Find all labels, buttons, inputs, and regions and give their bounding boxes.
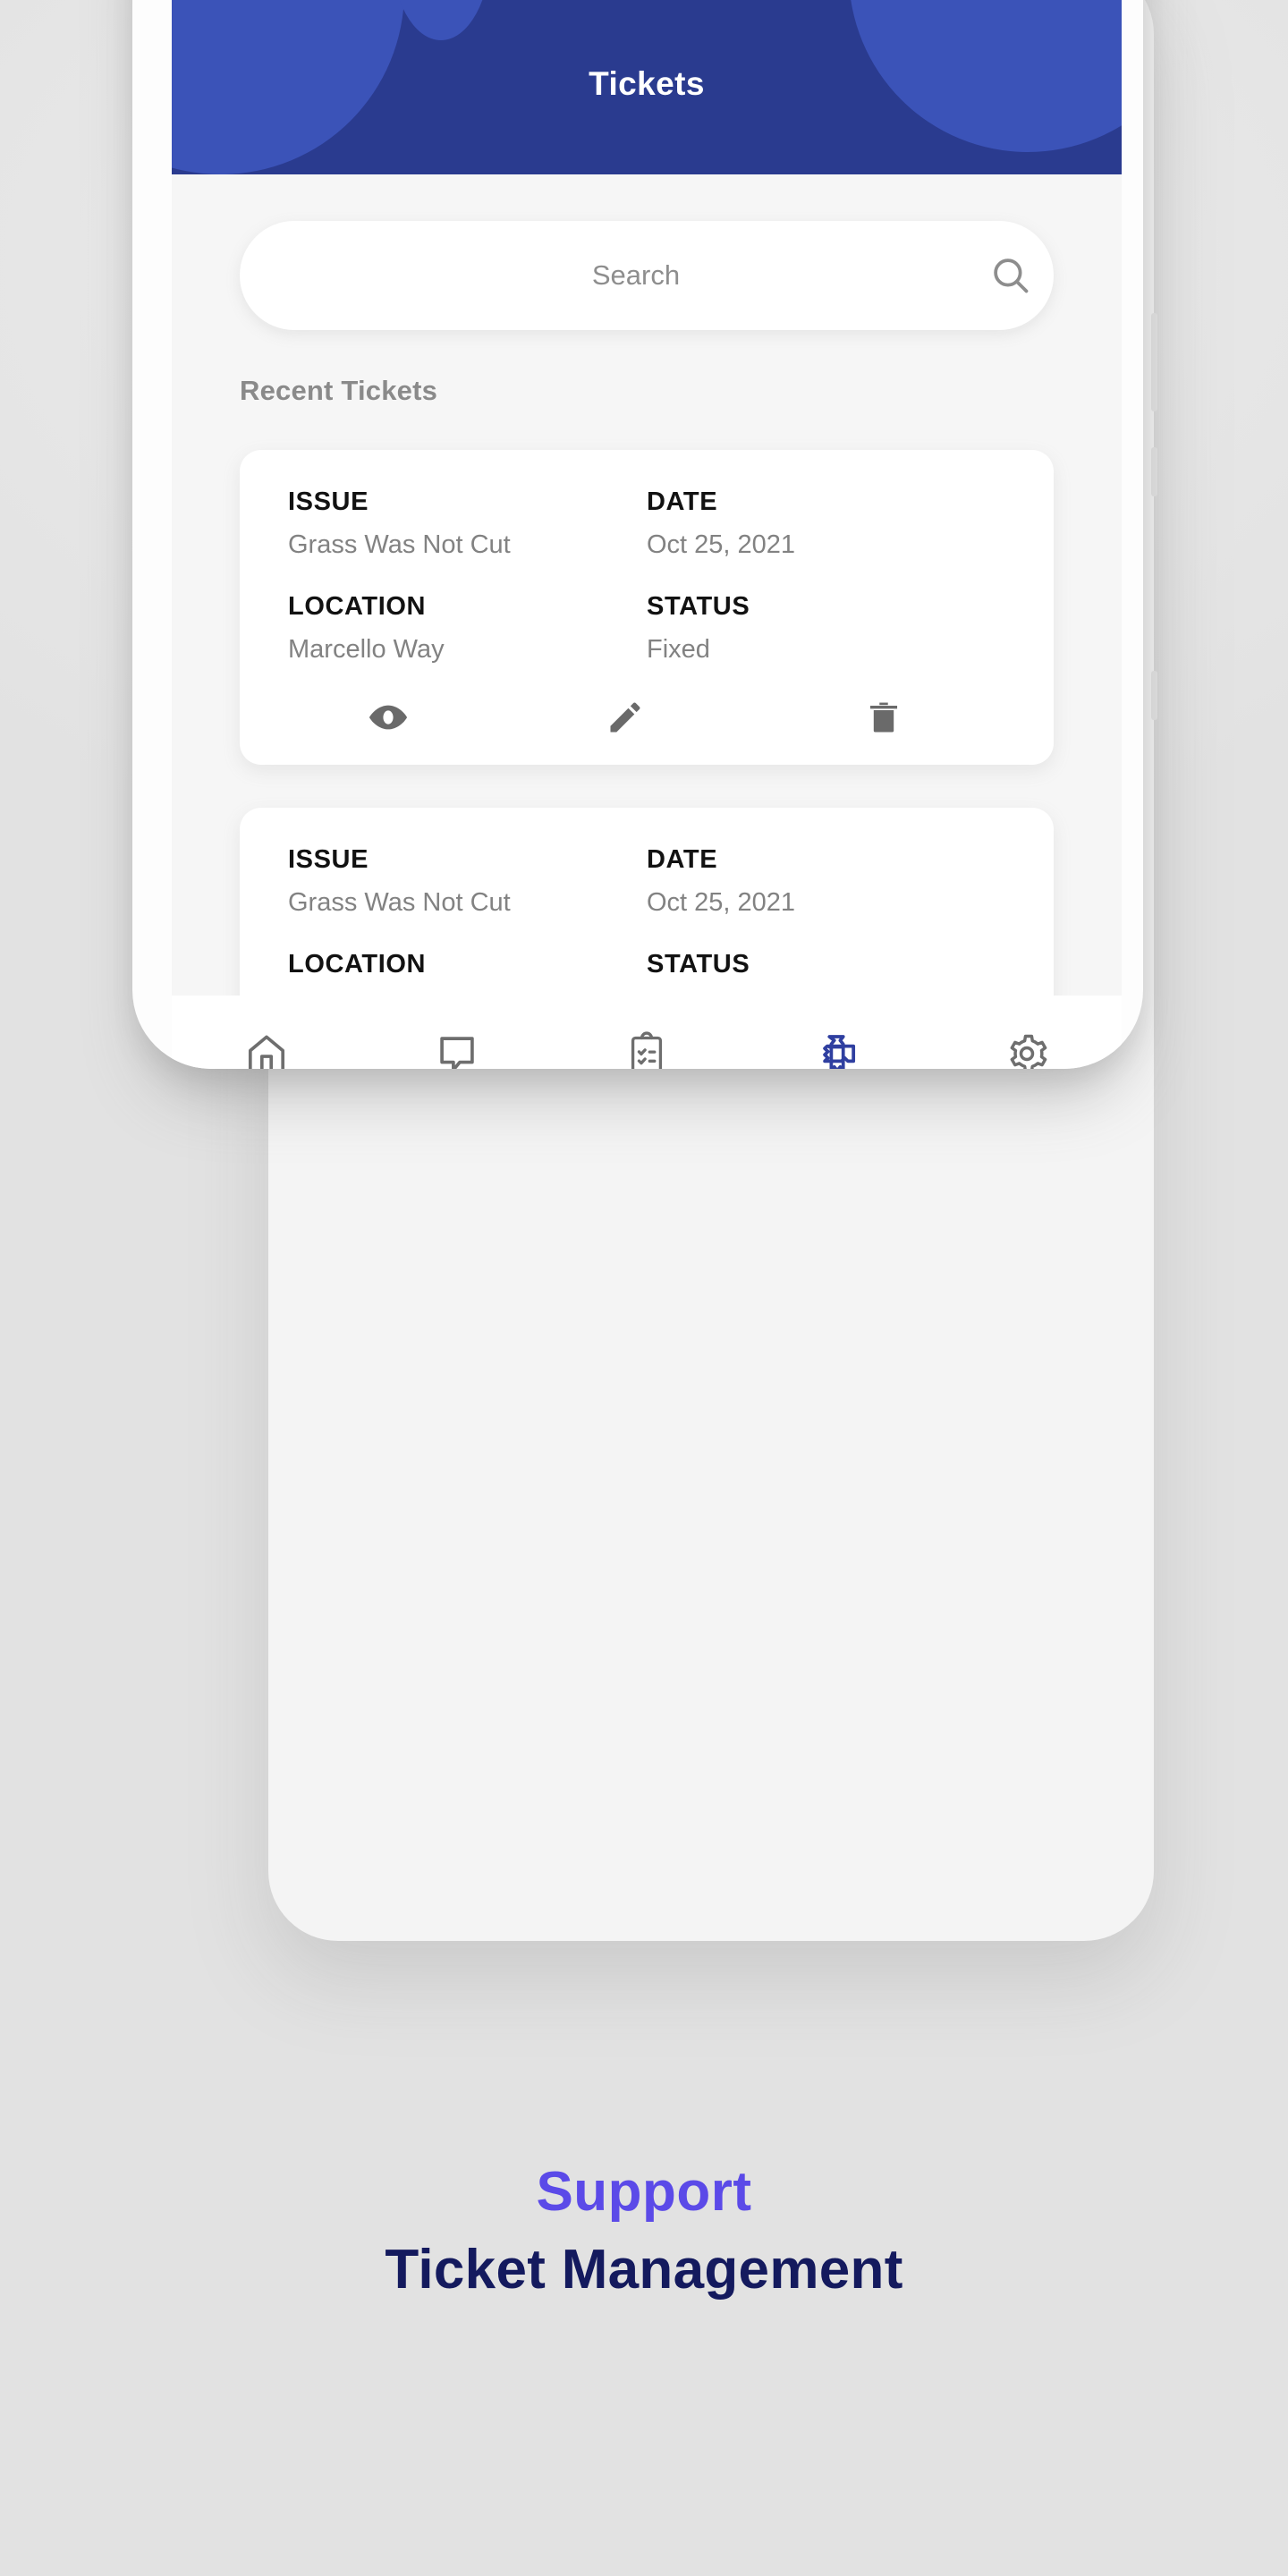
- page-background: Tickets Recent Tickets: [0, 0, 1288, 2576]
- phone-volume-up-button: [1151, 313, 1157, 411]
- field-value-issue: Grass Was Not Cut: [288, 530, 511, 559]
- phone-volume-down-button: [1151, 447, 1157, 496]
- search-bar[interactable]: [240, 221, 1054, 330]
- ticket-field-location: LOCATION Marcello Way: [288, 950, 647, 996]
- ticket-field-date: DATE Oct 25, 2021: [647, 487, 1005, 560]
- phone-screen: Tickets Recent Tickets: [172, 0, 1122, 996]
- delete-ticket-button[interactable]: [761, 699, 1005, 736]
- nav-item-tasks[interactable]: [552, 1031, 741, 1069]
- content-scroll-area[interactable]: Recent Tickets ISSUE Grass Was Not Cut D…: [172, 174, 1122, 996]
- field-label-date: DATE: [647, 845, 718, 874]
- ticket-field-status: STATUS Pending: [647, 950, 1005, 996]
- field-value-status: Fixed: [647, 635, 710, 664]
- field-value-date: Oct 25, 2021: [647, 530, 796, 559]
- ticket-card[interactable]: ISSUE Grass Was Not Cut DATE Oct 25, 202…: [240, 808, 1054, 996]
- ticket-row-location-status: LOCATION Marcello Way STATUS Fixed: [288, 592, 1005, 665]
- bottom-navigation-bar: [172, 996, 1122, 1069]
- field-label-location: LOCATION: [288, 950, 427, 979]
- section-heading: Recent Tickets: [240, 375, 438, 406]
- caption: Support Ticket Management: [0, 2160, 1288, 2301]
- field-label-status: STATUS: [647, 950, 750, 979]
- page-title: Tickets: [589, 65, 705, 102]
- caption-line-1: Support: [536, 2161, 752, 2223]
- phone-power-button: [1151, 671, 1157, 720]
- field-value-date: Oct 25, 2021: [647, 888, 796, 917]
- nav-item-home[interactable]: [172, 1030, 361, 1069]
- field-label-issue: ISSUE: [288, 487, 369, 516]
- ticket-card[interactable]: ISSUE Grass Was Not Cut DATE Oct 25, 202…: [240, 450, 1054, 765]
- ticket-actions: [288, 697, 1005, 738]
- field-label-date: DATE: [647, 487, 718, 516]
- field-value-location: Marcello Way: [288, 635, 445, 664]
- field-value-issue: Grass Was Not Cut: [288, 888, 511, 917]
- caption-line-2: Ticket Management: [385, 2239, 903, 2301]
- field-label-issue: ISSUE: [288, 845, 369, 874]
- nav-item-messages[interactable]: [361, 1030, 551, 1069]
- ticket-field-issue: ISSUE Grass Was Not Cut: [288, 487, 647, 560]
- header-decoration-circle-middle: [391, 0, 491, 40]
- app-header: Tickets: [172, 0, 1122, 174]
- nav-item-tickets[interactable]: [741, 1031, 931, 1069]
- field-label-location: LOCATION: [288, 592, 427, 621]
- ticket-row-location-status: LOCATION Marcello Way STATUS Pending: [288, 950, 1005, 996]
- ticket-field-date: DATE Oct 25, 2021: [647, 845, 1005, 918]
- search-icon[interactable]: [968, 253, 1054, 298]
- edit-ticket-button[interactable]: [489, 698, 762, 737]
- ticket-field-status: STATUS Fixed: [647, 592, 1005, 665]
- ticket-field-issue: ISSUE Grass Was Not Cut: [288, 845, 647, 918]
- field-label-status: STATUS: [647, 592, 750, 621]
- view-ticket-button[interactable]: [288, 697, 489, 738]
- nav-item-settings[interactable]: [932, 1030, 1122, 1069]
- search-input[interactable]: [240, 259, 968, 292]
- ticket-field-location: LOCATION Marcello Way: [288, 592, 647, 665]
- ticket-row-issue-date: ISSUE Grass Was Not Cut DATE Oct 25, 202…: [288, 487, 1005, 560]
- phone-mockup: Tickets Recent Tickets: [132, 0, 1143, 1069]
- ticket-row-issue-date: ISSUE Grass Was Not Cut DATE Oct 25, 202…: [288, 845, 1005, 918]
